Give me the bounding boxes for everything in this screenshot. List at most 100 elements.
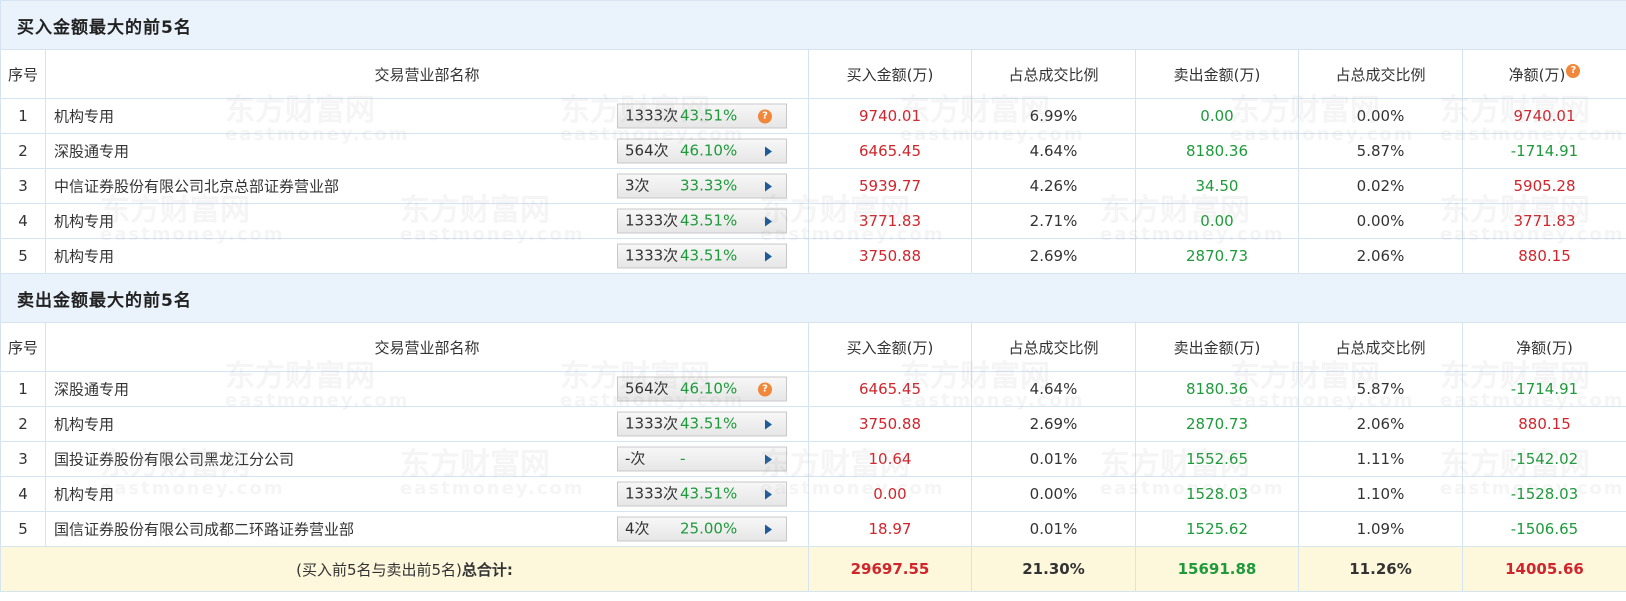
broker-stats-button[interactable]: 1333次 43.51% bbox=[617, 481, 787, 507]
win-rate: 33.33% bbox=[680, 176, 738, 195]
total-net-cell: 14005.66 bbox=[1462, 546, 1626, 592]
sell-ratio: 2.06% bbox=[1356, 247, 1405, 265]
sell-amount-cell: 1528.03 bbox=[1135, 476, 1299, 512]
help-icon: ? bbox=[758, 109, 772, 124]
buy-ratio-cell: 4.64% bbox=[971, 133, 1136, 169]
row-index: 1 bbox=[18, 380, 28, 398]
net-amount-cell: -1528.03 bbox=[1462, 476, 1626, 512]
total-label-cell: (买入前5名与卖出前5名)总合计: bbox=[0, 546, 809, 592]
buy-ratio-cell: 2.69% bbox=[971, 238, 1136, 274]
row-index-cell: 1 bbox=[0, 98, 46, 134]
column-header: 买入金额(万) bbox=[808, 49, 972, 99]
sell-ratio-cell: 2.06% bbox=[1298, 238, 1463, 274]
row-index-cell: 5 bbox=[0, 238, 46, 274]
broker-name: 机构专用 bbox=[54, 415, 115, 434]
column-header-label: 净额(万) bbox=[1516, 338, 1573, 357]
play-arrow-icon bbox=[765, 489, 772, 500]
row-index-cell: 2 bbox=[0, 406, 46, 442]
sell-amount-cell: 1525.62 bbox=[1135, 511, 1299, 547]
buy-amount-cell: 10.64 bbox=[808, 441, 972, 477]
column-header-label: 序号 bbox=[7, 65, 38, 84]
broker-name: 深股通专用 bbox=[54, 380, 130, 399]
broker-cell: 深股通专用 564次 46.10%? bbox=[45, 371, 809, 407]
net-amount: -1528.03 bbox=[1510, 485, 1579, 503]
header-row: 序号 交易营业部名称 买入金额(万) 占总成交比例 卖出金额(万) 占总成交比例 净额(万)… bbox=[0, 49, 1626, 99]
sell-amount-cell: 1552.65 bbox=[1135, 441, 1299, 477]
trade-count: 564次 bbox=[625, 379, 669, 398]
sell-amount-cell: 0.00 bbox=[1135, 203, 1299, 239]
sell-ratio: 0.00% bbox=[1356, 107, 1405, 125]
play-arrow-icon bbox=[765, 216, 772, 227]
sell-ratio: 0.00% bbox=[1356, 212, 1405, 230]
buy-ratio: 6.99% bbox=[1029, 107, 1078, 125]
net-amount-cell: -1714.91 bbox=[1462, 371, 1626, 407]
buy-ratio: 2.69% bbox=[1029, 415, 1078, 433]
win-rate: 43.51% bbox=[680, 211, 738, 230]
sell-ratio: 0.02% bbox=[1356, 177, 1405, 195]
buy-ratio-cell: 6.99% bbox=[971, 98, 1136, 134]
row-index: 2 bbox=[18, 142, 28, 160]
net-amount-cell: -1542.02 bbox=[1462, 441, 1626, 477]
buy-amount-cell: 3750.88 bbox=[808, 406, 972, 442]
buy-ratio: 2.69% bbox=[1029, 247, 1078, 265]
column-header-label: 买入金额(万) bbox=[846, 65, 934, 84]
broker-stats-button[interactable]: 564次 46.10%? bbox=[617, 376, 787, 402]
broker-stats-button[interactable]: 3次 33.33% bbox=[617, 173, 787, 199]
buy-amount: 3771.83 bbox=[858, 212, 922, 230]
win-rate: 43.51% bbox=[680, 484, 738, 503]
win-rate: 25.00% bbox=[680, 519, 738, 538]
section-title-row: 买入金额最大的前5名 bbox=[0, 0, 1626, 50]
broker-stats-button[interactable]: 564次 46.10% bbox=[617, 138, 787, 164]
sell-ratio: 1.10% bbox=[1356, 485, 1405, 503]
column-header-label: 卖出金额(万) bbox=[1173, 338, 1261, 357]
buy-ratio-cell: 0.00% bbox=[971, 476, 1136, 512]
row-index-cell: 1 bbox=[0, 371, 46, 407]
trade-count: 1333次 bbox=[625, 414, 679, 433]
sell-amount-cell: 0.00 bbox=[1135, 98, 1299, 134]
net-amount-cell: 3771.83 bbox=[1462, 203, 1626, 239]
broker-stats-button[interactable]: 4次 25.00% bbox=[617, 516, 787, 542]
row-index-cell: 3 bbox=[0, 168, 46, 204]
sell-amount-cell: 34.50 bbox=[1135, 168, 1299, 204]
sell-ratio-cell: 0.02% bbox=[1298, 168, 1463, 204]
sell-ratio-cell: 1.11% bbox=[1298, 441, 1463, 477]
net-amount: 9740.01 bbox=[1513, 107, 1576, 125]
row-index: 4 bbox=[18, 212, 28, 230]
broker-name: 国信证券股份有限公司成都二环路证券营业部 bbox=[54, 520, 355, 539]
broker-name: 国投证券股份有限公司黑龙江分公司 bbox=[54, 450, 295, 469]
net-amount: -1714.91 bbox=[1510, 142, 1579, 160]
net-amount: -1714.91 bbox=[1510, 380, 1579, 398]
column-header: 序号 bbox=[0, 49, 46, 99]
column-header: 净额(万) bbox=[1462, 322, 1626, 372]
sell-ratio-cell: 1.09% bbox=[1298, 511, 1463, 547]
net-amount: 880.15 bbox=[1518, 247, 1571, 265]
broker-stats-button[interactable]: 1333次 43.51% bbox=[617, 208, 787, 234]
broker-stats-button[interactable]: 1333次 43.51%? bbox=[617, 103, 787, 129]
column-header: 占总成交比例 bbox=[1298, 322, 1463, 372]
table-row: 3 中信证券股份有限公司北京总部证券营业部 3次 33.33% 5939.77 4.26%… bbox=[0, 168, 1626, 204]
broker-stats-button[interactable]: -次 - bbox=[617, 446, 787, 472]
sell-ratio: 2.06% bbox=[1356, 415, 1405, 433]
column-header-label: 交易营业部名称 bbox=[374, 338, 480, 357]
broker-stats-button[interactable]: 1333次 43.51% bbox=[617, 243, 787, 269]
sell-ratio-cell: 0.00% bbox=[1298, 98, 1463, 134]
row-index: 3 bbox=[18, 177, 28, 195]
play-arrow-icon bbox=[765, 251, 772, 262]
buy-amount: 10.64 bbox=[868, 450, 912, 468]
buy-amount-cell: 5939.77 bbox=[808, 168, 972, 204]
row-index: 5 bbox=[18, 247, 28, 265]
broker-cell: 机构专用 1333次 43.51% bbox=[45, 238, 809, 274]
broker-name: 深股通专用 bbox=[54, 142, 130, 161]
column-header: 序号 bbox=[0, 322, 46, 372]
broker-stats-button[interactable]: 1333次 43.51% bbox=[617, 411, 787, 437]
column-header-label: 序号 bbox=[7, 338, 38, 357]
broker-cell: 国信证券股份有限公司成都二环路证券营业部 4次 25.00% bbox=[45, 511, 809, 547]
sell-ratio: 1.09% bbox=[1356, 520, 1405, 538]
buy-ratio-cell: 2.69% bbox=[971, 406, 1136, 442]
column-header: 占总成交比例 bbox=[971, 322, 1136, 372]
trade-count: 4次 bbox=[625, 519, 650, 538]
table-row: 4 机构专用 1333次 43.51% 3771.83 2.71% 0.00 0.00% 377… bbox=[0, 203, 1626, 239]
net-amount-cell: -1714.91 bbox=[1462, 133, 1626, 169]
row-index-cell: 5 bbox=[0, 511, 46, 547]
help-icon[interactable]: ? bbox=[1566, 63, 1581, 78]
